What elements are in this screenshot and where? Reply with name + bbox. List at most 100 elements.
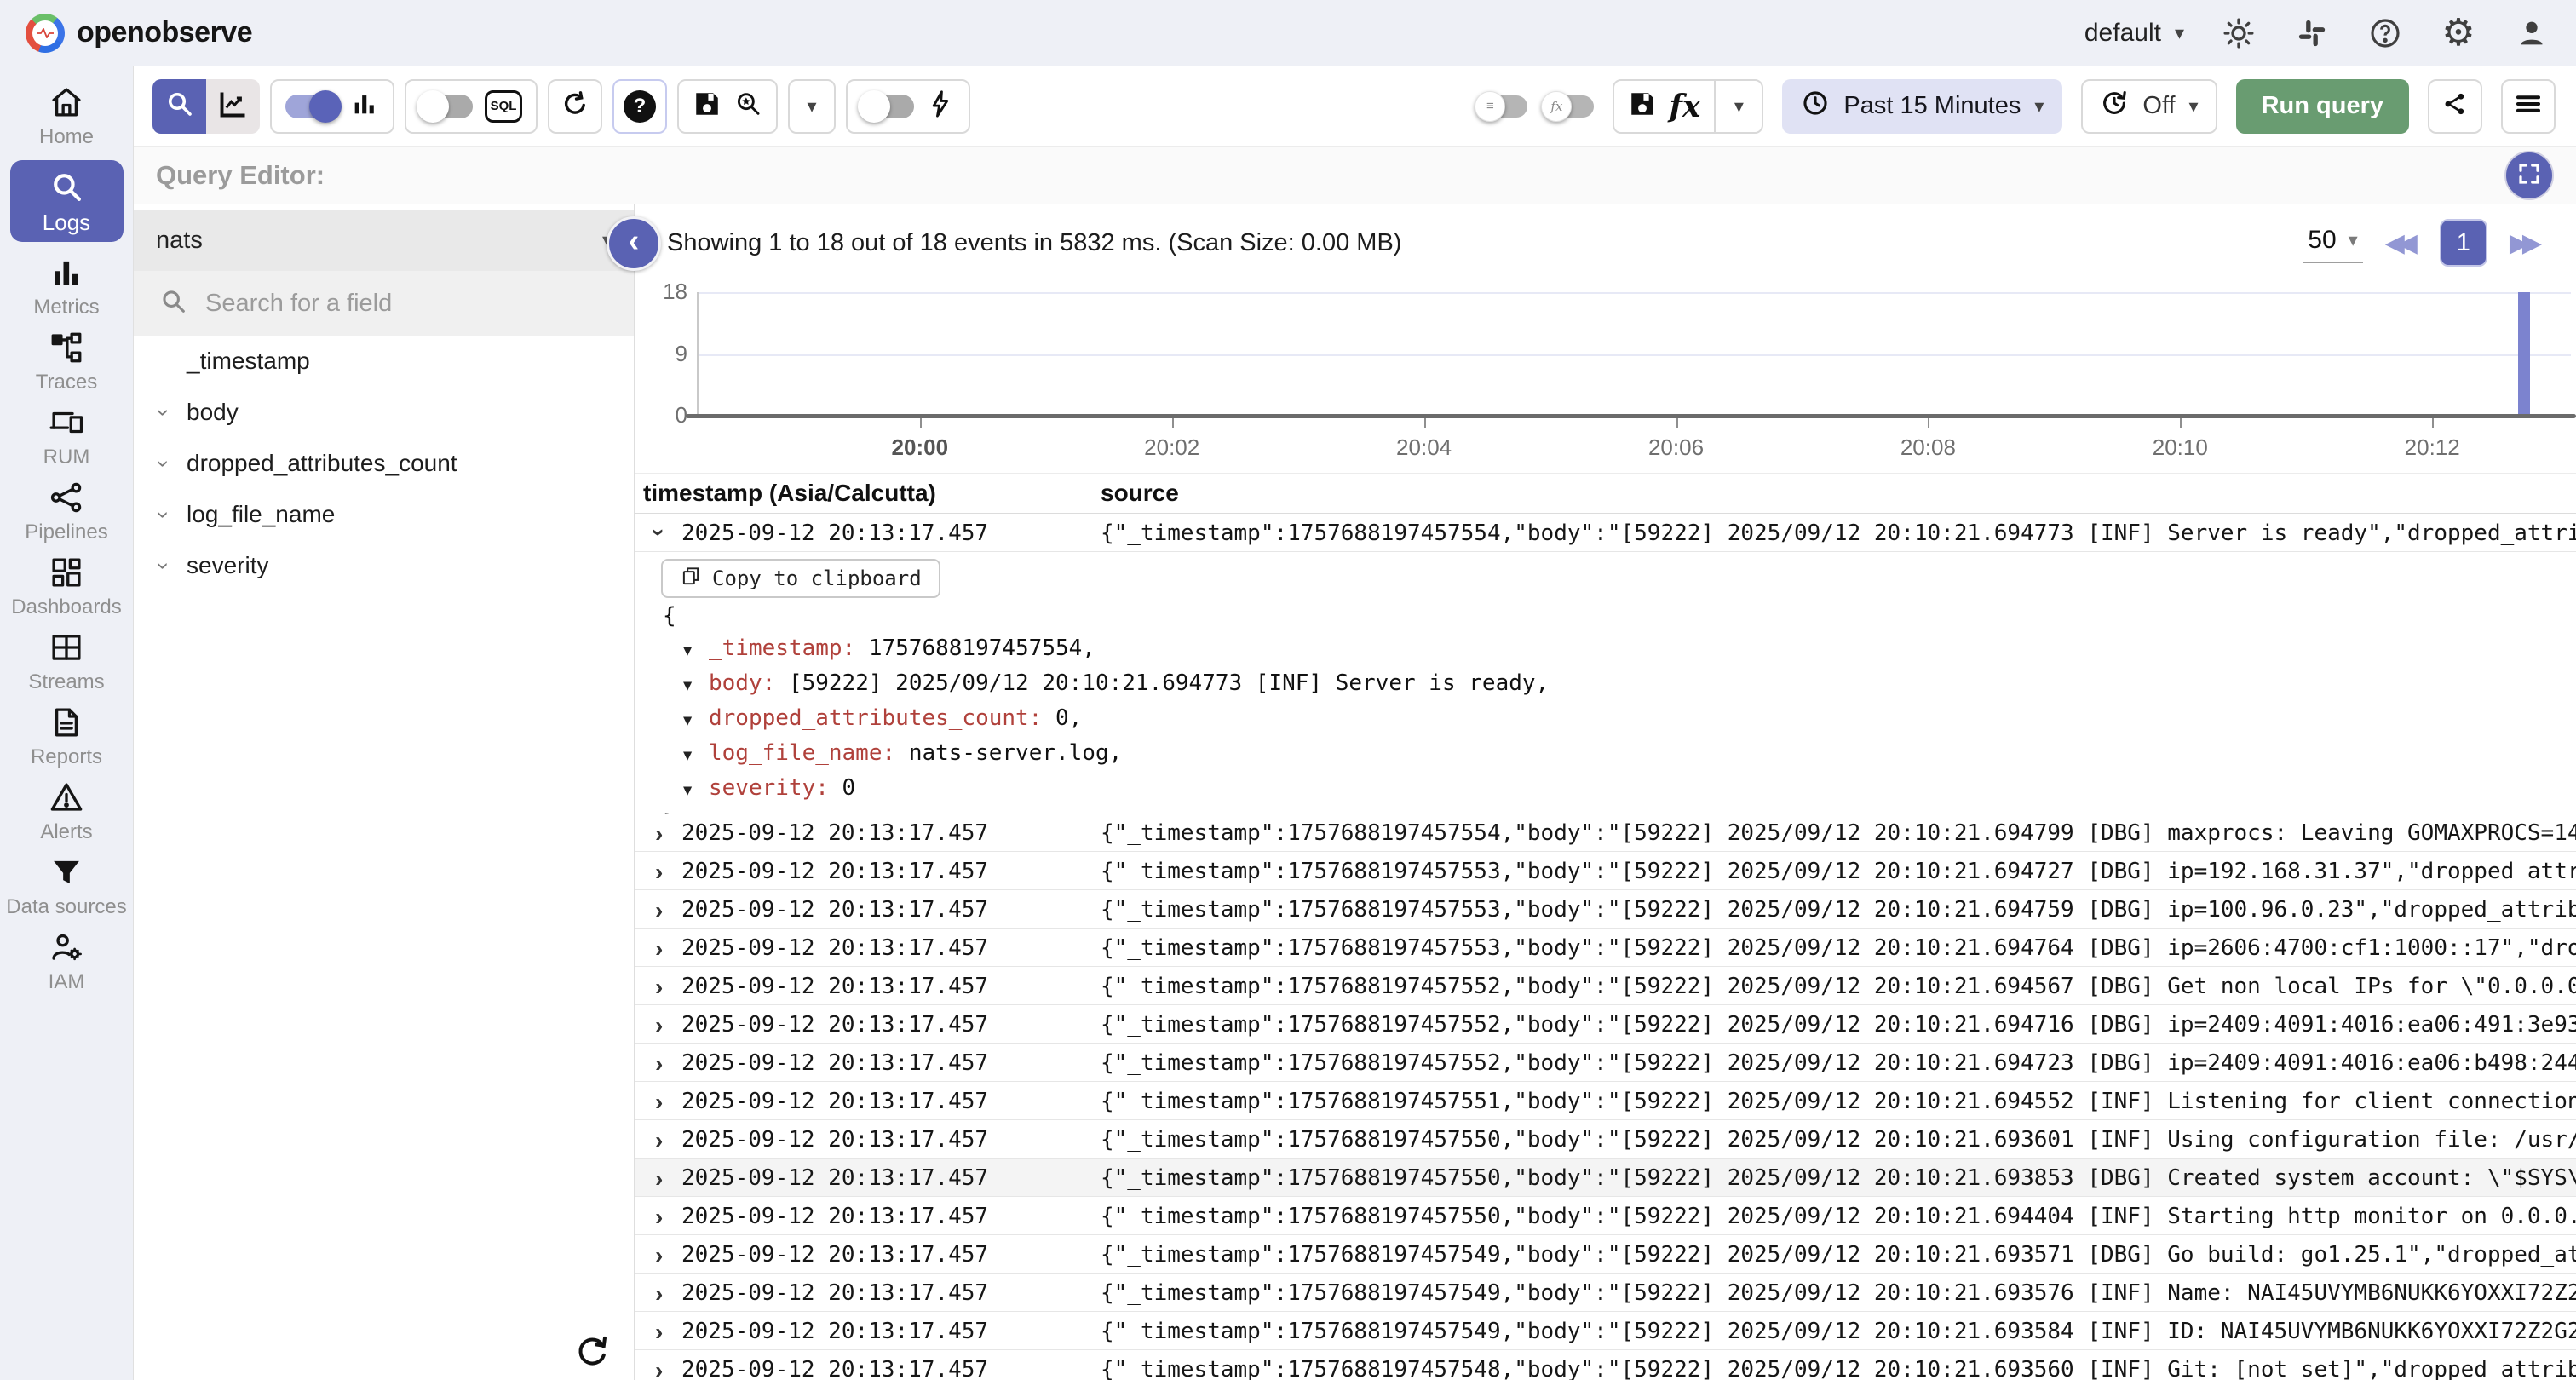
previous-page-icon[interactable]: ◀◀ — [2385, 228, 2418, 258]
histogram-plot-area — [697, 292, 2571, 416]
run-query-button[interactable]: Run query — [2236, 79, 2409, 134]
chevron-down-icon[interactable]: › — [151, 503, 177, 526]
collapse-triangle-icon[interactable]: ▼ — [683, 704, 709, 737]
collapse-triangle-icon[interactable]: ▼ — [683, 670, 709, 702]
sidebar-item-streams[interactable]: Streams — [0, 624, 134, 699]
field-item-dropped_attributes_count[interactable]: ›dropped_attributes_count — [134, 438, 634, 489]
user-icon[interactable] — [2513, 14, 2550, 52]
sql-mode-toggle[interactable] — [420, 95, 473, 118]
chevron-right-icon[interactable]: › — [655, 820, 663, 848]
chevron-right-icon[interactable]: › — [655, 1127, 663, 1154]
log-row[interactable]: ›2025-09-12 20:13:17.457{"_timestamp":17… — [635, 1082, 2576, 1120]
log-row[interactable]: ›2025-09-12 20:13:17.457{"_timestamp":17… — [635, 929, 2576, 967]
log-row[interactable]: ›2025-09-12 20:13:17.457{"_timestamp":17… — [635, 967, 2576, 1005]
chart-mode-button[interactable] — [206, 79, 260, 134]
sidebar-item-home[interactable]: Home — [0, 78, 134, 153]
next-page-icon[interactable]: ▶▶ — [2510, 228, 2542, 258]
collapse-triangle-icon[interactable]: ▼ — [683, 635, 709, 667]
log-row[interactable]: ›2025-09-12 20:13:17.457{"_timestamp":17… — [635, 1312, 2576, 1350]
chevron-right-icon[interactable]: › — [655, 1050, 663, 1078]
field-item-severity[interactable]: ›severity — [134, 540, 634, 591]
sidebar-item-metrics[interactable]: Metrics — [0, 249, 134, 324]
histogram-chart[interactable]: 189020:0020:0220:0420:0620:0820:1020:12 — [635, 281, 2576, 473]
chevron-right-icon[interactable]: › — [655, 974, 663, 1001]
search-mode-button[interactable] — [152, 79, 206, 134]
log-source: {"_timestamp":1757688197457553,"body":"[… — [1101, 859, 2576, 884]
auto-refresh-selector[interactable]: Off ▾ — [2081, 79, 2217, 134]
log-row[interactable]: ›2025-09-12 20:13:17.457{"_timestamp":17… — [635, 1044, 2576, 1082]
field-item-body[interactable]: ›body — [134, 387, 634, 438]
sidebar-item-alerts[interactable]: Alerts — [0, 773, 134, 848]
current-page-button[interactable]: 1 — [2440, 219, 2487, 267]
chevron-right-icon[interactable]: › — [655, 1319, 663, 1346]
log-row[interactable]: ›2025-09-12 20:13:17.457{"_timestamp":17… — [635, 1274, 2576, 1312]
chevron-right-icon[interactable]: › — [655, 897, 663, 924]
sidebar-item-traces[interactable]: Traces — [0, 324, 134, 399]
expand-query-editor-button[interactable] — [2504, 151, 2554, 200]
chevron-right-icon[interactable]: › — [655, 1280, 663, 1308]
logo-text: openobserve — [77, 16, 252, 49]
field-search-input[interactable] — [205, 290, 580, 318]
saved-search-icon[interactable] — [733, 89, 762, 123]
quick-mode-toggle[interactable] — [861, 95, 914, 118]
settings-gear-icon[interactable]: ⚙ — [2440, 14, 2477, 52]
rum-icon — [48, 404, 85, 441]
log-row[interactable]: ›2025-09-12 20:13:17.457{"_timestamp":17… — [635, 852, 2576, 890]
reset-filters-button[interactable] — [548, 79, 602, 134]
chevron-right-icon[interactable]: › — [655, 1012, 663, 1039]
sidebar-item-reports[interactable]: Reports — [0, 699, 134, 773]
log-row[interactable]: ›2025-09-12 20:13:17.457{"_timestamp":17… — [635, 1120, 2576, 1159]
log-row[interactable]: ›2025-09-12 20:13:17.457{"_timestamp":17… — [635, 1197, 2576, 1235]
log-row[interactable]: ›2025-09-12 20:13:17.457{"_timestamp":17… — [635, 814, 2576, 852]
chevron-right-icon[interactable]: › — [655, 935, 663, 963]
sidebar-item-dashboards[interactable]: Dashboards — [0, 549, 134, 624]
chevron-right-icon[interactable]: › — [655, 859, 663, 886]
theme-sun-icon[interactable] — [2220, 14, 2257, 52]
sidebar-item-rum[interactable]: RUM — [0, 399, 134, 474]
collapse-fields-panel-button[interactable]: ‹ — [607, 216, 661, 271]
field-item-_timestamp[interactable]: ›_timestamp — [134, 336, 634, 387]
time-range-picker[interactable]: Past 15 Minutes ▾ — [1782, 79, 2062, 134]
histogram-bar[interactable] — [2518, 292, 2530, 416]
chevron-down-icon[interactable]: › — [151, 401, 177, 423]
vrl-function-toggle[interactable]: fx — [1546, 95, 1594, 118]
more-menu-button[interactable] — [2501, 79, 2556, 134]
sidebar-item-logs[interactable]: Logs — [10, 160, 124, 242]
chevron-down-icon[interactable]: › — [646, 528, 673, 536]
field-item-log_file_name[interactable]: ›log_file_name — [134, 489, 634, 540]
log-row[interactable]: ›2025-09-12 20:13:17.457{"_timestamp":17… — [635, 1005, 2576, 1044]
collapse-triangle-icon[interactable]: ▼ — [683, 739, 709, 772]
chevron-right-icon[interactable]: › — [655, 1165, 663, 1193]
chevron-right-icon[interactable]: › — [655, 1242, 663, 1269]
help-icon[interactable] — [2366, 14, 2404, 52]
log-row[interactable]: ›2025-09-12 20:13:17.457{"_timestamp":17… — [635, 1159, 2576, 1197]
copy-to-clipboard-button[interactable]: Copy to clipboard — [661, 559, 940, 598]
query-help-button[interactable]: ? — [612, 79, 667, 134]
chevron-right-icon[interactable]: › — [655, 1204, 663, 1231]
sidebar-item-data-sources[interactable]: Data sources — [0, 848, 134, 923]
stream-selector[interactable]: nats ▾ — [134, 210, 634, 271]
log-row[interactable]: ›2025-09-12 20:13:17.457{"_timestamp":17… — [635, 1350, 2576, 1380]
slack-icon[interactable] — [2293, 14, 2331, 52]
wrap-lines-toggle[interactable]: ≡ — [1480, 95, 1527, 118]
org-selector[interactable]: default ▾ — [2084, 19, 2184, 48]
save-icon[interactable] — [693, 89, 722, 123]
chevron-down-icon[interactable]: › — [151, 452, 177, 474]
log-row-expanded[interactable]: › 2025-09-12 20:13:17.457 {"_timestamp":… — [635, 514, 2576, 552]
timestamp-column-header: timestamp (Asia/Calcutta) — [643, 480, 936, 507]
log-row[interactable]: ›2025-09-12 20:13:17.457{"_timestamp":17… — [635, 1235, 2576, 1274]
chevron-down-icon[interactable]: › — [151, 555, 177, 577]
chevron-right-icon[interactable]: › — [655, 1357, 663, 1380]
chevron-right-icon[interactable]: › — [655, 1089, 663, 1116]
log-row[interactable]: ›2025-09-12 20:13:17.457{"_timestamp":17… — [635, 890, 2576, 929]
sidebar-item-pipelines[interactable]: Pipelines — [0, 474, 134, 549]
save-icon[interactable] — [1628, 89, 1657, 123]
collapse-triangle-icon[interactable]: ▼ — [683, 774, 709, 807]
histogram-toggle[interactable] — [285, 95, 338, 118]
refresh-fields-icon[interactable] — [572, 1332, 612, 1371]
share-button[interactable] — [2428, 79, 2482, 134]
function-dropdown-button[interactable]: ▾ — [1714, 79, 1763, 134]
page-size-selector[interactable]: 50 ▾ — [2303, 222, 2362, 263]
saved-views-dropdown-button[interactable]: ▾ — [788, 79, 836, 134]
sidebar-item-iam[interactable]: IAM — [0, 923, 134, 998]
